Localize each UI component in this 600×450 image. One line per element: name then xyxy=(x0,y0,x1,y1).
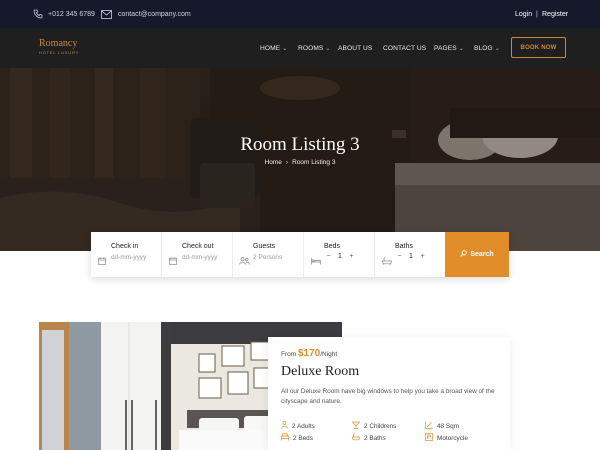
baths-increment-button[interactable]: + xyxy=(418,252,427,261)
book-now-button[interactable]: BOOK NOW xyxy=(511,37,566,58)
brand-logo[interactable]: Romancy HOTEL LUXURY xyxy=(39,38,79,55)
search-button-label: Search xyxy=(470,251,494,258)
brand-tagline: HOTEL LUXURY xyxy=(39,50,80,55)
chevron-down-icon: ⌄ xyxy=(458,45,464,52)
guests-icon xyxy=(239,252,250,270)
amenity-adults-text: 2 Adults xyxy=(292,422,315,430)
nav-home[interactable]: HOME ⌄ xyxy=(260,28,287,68)
nav-pages-label: PAGES xyxy=(434,44,457,52)
hero-banner: Room Listing 3 Home › Room Listing 3 xyxy=(0,68,600,251)
checkout-input[interactable]: dd-mm-yyyy xyxy=(182,254,217,261)
amenity-motorcycle: Motorcycle xyxy=(425,433,468,443)
chevron-down-icon: ⌄ xyxy=(494,45,500,52)
checkout-field[interactable]: Check out dd-mm-yyyy xyxy=(162,232,233,277)
beds-count: 1 xyxy=(338,253,342,260)
search-icon xyxy=(460,250,468,259)
amenity-children-text: 2 Childrens xyxy=(364,422,397,430)
breadcrumb-current: Room Listing 3 xyxy=(292,159,336,166)
price-amount: $170 xyxy=(297,348,321,359)
amenity-motorcycle-text: Motorcycle xyxy=(437,434,468,442)
baths-count: 1 xyxy=(409,253,413,260)
amenity-baths: 2 Baths xyxy=(352,433,386,443)
breadcrumb: Home › Room Listing 3 xyxy=(0,159,600,166)
baths-field: Baths − 1 + xyxy=(375,232,445,277)
booking-search-bar: Check in dd-mm-yyyy Check out dd-mm-yyyy… xyxy=(91,232,509,277)
beds-label: Beds xyxy=(324,243,340,250)
room-price: From $170/Night xyxy=(281,348,337,359)
register-link[interactable]: Register xyxy=(542,0,568,28)
adults-icon xyxy=(281,421,288,431)
checkin-field[interactable]: Check in dd-mm-yyyy xyxy=(91,232,162,277)
room-description: All our Deluxe Room have big windows to … xyxy=(281,388,495,405)
checkout-label: Check out xyxy=(182,243,214,250)
nav-about-label: ABOUT US xyxy=(338,44,373,52)
guests-field[interactable]: Guests 2 Persons xyxy=(233,232,304,277)
room-card[interactable]: From $170/Night Deluxe Room All our Delu… xyxy=(268,337,510,450)
breadcrumb-home[interactable]: Home xyxy=(265,159,282,166)
phone-number[interactable]: +012 345 6789 xyxy=(48,0,95,28)
bath-icon xyxy=(352,433,360,443)
search-button[interactable]: Search xyxy=(445,232,509,277)
beds-decrement-button[interactable]: − xyxy=(324,252,333,261)
nav-contact-label: CONTACT US xyxy=(383,44,427,52)
motorcycle-icon xyxy=(425,433,433,443)
mail-icon xyxy=(101,0,112,28)
beds-field: Beds − 1 + xyxy=(304,232,375,277)
brand-name: Romancy xyxy=(39,38,78,49)
bed-icon xyxy=(311,252,321,270)
amenity-baths-text: 2 Baths xyxy=(364,434,386,442)
amenity-area: 48 Sqm xyxy=(425,421,459,431)
nav-rooms[interactable]: ROOMS ⌄ xyxy=(298,28,331,68)
room-title[interactable]: Deluxe Room xyxy=(281,364,359,380)
baths-decrement-button[interactable]: − xyxy=(395,252,404,261)
beds-stepper: − 1 + xyxy=(324,252,356,261)
amenity-beds-text: 2 Beds xyxy=(293,434,313,442)
top-bar: +012 345 6789 contact@company.com Login … xyxy=(0,0,600,28)
guests-value[interactable]: 2 Persons xyxy=(253,254,282,261)
amenity-children: 2 Childrens xyxy=(351,421,397,431)
bed-icon xyxy=(281,433,289,443)
checkin-label: Check in xyxy=(111,243,139,250)
nav-blog[interactable]: BLOG ⌄ xyxy=(474,28,500,68)
checkin-input[interactable]: dd-mm-yyyy xyxy=(111,254,146,261)
beds-increment-button[interactable]: + xyxy=(347,252,356,261)
nav-rooms-label: ROOMS xyxy=(298,44,324,52)
chevron-down-icon: ⌄ xyxy=(282,45,288,52)
guests-unit: Persons xyxy=(258,254,283,261)
bath-icon xyxy=(382,252,392,270)
login-link[interactable]: Login xyxy=(515,0,532,28)
email-address[interactable]: contact@company.com xyxy=(118,0,191,28)
page-title: Room Listing 3 xyxy=(240,134,360,155)
chevron-down-icon: ⌄ xyxy=(325,45,331,52)
price-prefix: From xyxy=(281,351,297,358)
nav-about[interactable]: ABOUT US xyxy=(338,28,372,68)
area-icon xyxy=(425,421,433,431)
main-navbar: Romancy HOTEL LUXURY HOME ⌄ ROOMS ⌄ ABOUT … xyxy=(0,28,600,68)
chevron-right-icon: › xyxy=(285,159,289,166)
calendar-icon xyxy=(169,252,177,270)
baths-label: Baths xyxy=(395,243,413,250)
nav-pages[interactable]: PAGES ⌄ xyxy=(434,28,464,68)
amenity-area-text: 48 Sqm xyxy=(437,422,460,430)
guests-count: 2 xyxy=(253,254,257,261)
nav-contact[interactable]: CONTACT US xyxy=(383,28,426,68)
children-icon xyxy=(351,421,361,431)
guests-label: Guests xyxy=(253,243,276,250)
amenity-adults: 2 Adults xyxy=(281,421,315,431)
nav-home-label: HOME xyxy=(260,44,281,52)
amenity-beds: 2 Beds xyxy=(281,433,313,443)
price-suffix: /Night xyxy=(320,351,338,358)
phone-icon xyxy=(33,0,43,28)
calendar-icon xyxy=(98,252,106,270)
baths-stepper: − 1 + xyxy=(395,252,427,261)
topbar-separator: | xyxy=(536,10,538,18)
nav-blog-label: BLOG xyxy=(474,44,493,52)
